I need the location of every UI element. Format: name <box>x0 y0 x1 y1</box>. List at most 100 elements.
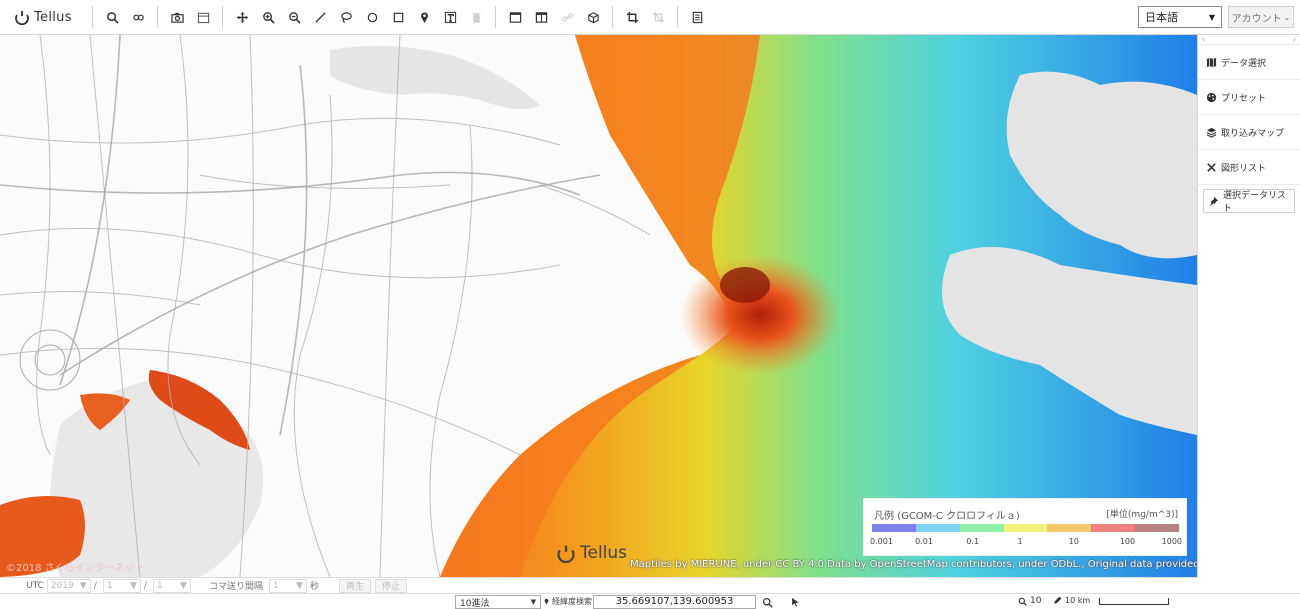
map-logo-text: Tellus <box>580 543 628 563</box>
caret-down-icon: ▼ <box>129 580 137 591</box>
split-window-icon <box>535 11 547 23</box>
year-select[interactable]: 2019 ▼ <box>46 578 91 593</box>
panel-item-shape-list[interactable]: 図形リスト <box>1198 150 1300 185</box>
legend-swatch <box>1135 524 1180 532</box>
calendar-icon <box>197 12 209 23</box>
panel-item-imported-map[interactable]: 取り込みマップ <box>1198 115 1300 150</box>
day-value: 1 <box>156 580 163 591</box>
stop-button[interactable]: 停止 <box>374 578 407 593</box>
toolbar-divider <box>157 6 158 28</box>
screenshot-button[interactable] <box>164 4 190 30</box>
coordinate-input[interactable]: 35.669107,139.600953 <box>593 595 756 609</box>
square-icon <box>393 12 403 22</box>
document-icon <box>692 11 702 23</box>
interval-unit: 秒 <box>309 582 319 592</box>
panel-item-data-select[interactable]: データ選択 <box>1198 45 1300 80</box>
legend-color-bar <box>872 524 1180 532</box>
utc-label: UTC <box>26 580 44 591</box>
interval-select[interactable]: 1 ▼ <box>268 578 307 593</box>
interval-value: 1 <box>272 580 279 591</box>
link-icon <box>561 12 573 22</box>
panel-item-label: 図形リスト <box>1221 163 1267 174</box>
coord-search-label: 経緯度検索 <box>543 596 592 607</box>
zoom-in-icon <box>262 11 275 24</box>
calendar-button[interactable] <box>190 4 216 30</box>
single-view-button[interactable] <box>502 4 528 30</box>
zoom-indicator: 10 <box>1018 596 1041 606</box>
legend-title: 凡例 (GCOM-C クロロフィルａ) <box>874 511 1020 522</box>
legend-tick-label: 1000 <box>1161 537 1182 546</box>
map-pin-icon <box>420 11 428 23</box>
language-select[interactable]: 日本語 ▼ <box>1138 6 1222 28</box>
line-icon <box>314 11 326 23</box>
draw-lasso-button[interactable] <box>333 4 359 30</box>
draw-text-button[interactable] <box>437 4 463 30</box>
legend-tick-label: 1 <box>1017 537 1023 546</box>
play-label: 再生 <box>345 582 364 592</box>
window-icon <box>509 11 521 23</box>
caret-down-icon: ▼ <box>296 580 303 591</box>
notation-select[interactable]: 10進法 ▼ <box>455 595 541 609</box>
chevron-right-icon[interactable]: › <box>1293 35 1296 44</box>
interval-label: コマ送り間隔 <box>208 582 263 592</box>
panel-item-selected-data-list[interactable]: 選択データリスト <box>1203 189 1295 214</box>
pencil-icon <box>1054 596 1062 604</box>
cursor-button[interactable] <box>788 595 802 609</box>
legend-tick-label: 10 <box>1068 537 1079 546</box>
draw-marker-button[interactable] <box>411 4 437 30</box>
toolbar: Tellus 日本語 ▼ アカウント ⌄ <box>0 0 1300 35</box>
delete-button[interactable] <box>463 4 489 30</box>
draw-line-button[interactable] <box>307 4 333 30</box>
play-button[interactable]: 再生 <box>338 578 371 593</box>
lasso-icon <box>340 11 352 23</box>
tellus-logo-icon <box>557 545 575 563</box>
legend-swatch <box>1091 524 1136 532</box>
zoom-in-button[interactable] <box>255 4 281 30</box>
toolbar-divider <box>612 6 613 28</box>
link-button[interactable] <box>554 4 580 30</box>
chevron-left-icon[interactable]: ‹ <box>1202 35 1205 44</box>
eye-icon <box>132 14 144 20</box>
chevron-down-icon: ⌄ <box>1283 12 1291 22</box>
language-value: 日本語 <box>1145 11 1178 24</box>
split-view-button[interactable] <box>528 4 554 30</box>
day-select[interactable]: 1 ▼ <box>152 578 191 593</box>
tellus-logo[interactable]: Tellus <box>0 0 86 35</box>
document-button[interactable] <box>684 4 710 30</box>
copyright-text: ©2018 さくらインターネット <box>6 563 145 574</box>
move-icon <box>236 11 248 23</box>
toolbar-divider <box>495 6 496 28</box>
pan-button[interactable] <box>229 4 255 30</box>
tellus-logo-icon <box>15 11 29 25</box>
map-icon <box>1206 57 1217 68</box>
panel-item-preset[interactable]: プリセット <box>1198 80 1300 115</box>
status-bar: 10進法 ▼ 経緯度検索 35.669107,139.600953 10 10 … <box>0 593 1300 609</box>
month-select[interactable]: 1 ▼ <box>102 578 141 593</box>
map-watermark-logo: Tellus <box>556 543 627 563</box>
legend-tick-label: 0.001 <box>870 537 893 546</box>
draw-rectangle-button[interactable] <box>385 4 411 30</box>
panel-collapse-bar[interactable]: ‹ › <box>1198 35 1300 45</box>
toolbar-divider <box>92 6 93 28</box>
crop-cancel-button[interactable] <box>645 4 671 30</box>
draw-circle-button[interactable] <box>359 4 385 30</box>
3d-view-button[interactable] <box>580 4 606 30</box>
crop-icon <box>626 11 638 23</box>
pin-icon <box>1208 196 1219 207</box>
toolbar-divider <box>677 6 678 28</box>
search-button[interactable] <box>99 4 125 30</box>
account-label: アカウント <box>1231 13 1282 25</box>
coordinate-search-button[interactable] <box>760 595 774 609</box>
eye-button[interactable] <box>125 4 151 30</box>
zoom-out-button[interactable] <box>281 4 307 30</box>
caret-down-icon: ▼ <box>180 580 187 591</box>
palette-icon <box>1206 92 1217 103</box>
scale-value: 10 km <box>1065 596 1091 605</box>
account-button[interactable]: アカウント ⌄ <box>1228 6 1294 28</box>
crop-button[interactable] <box>619 4 645 30</box>
legend-panel: 凡例 (GCOM-C クロロフィルａ) [単位(mg/m^3)] 0.001 0.… <box>863 498 1187 556</box>
map-canvas[interactable]: ©2018 さくらインターネット Tellus Maptiles by MIER… <box>0 35 1197 577</box>
caret-down-icon: ▼ <box>79 580 87 591</box>
logo-text: Tellus <box>34 9 72 25</box>
zoom-icon <box>1018 597 1027 606</box>
